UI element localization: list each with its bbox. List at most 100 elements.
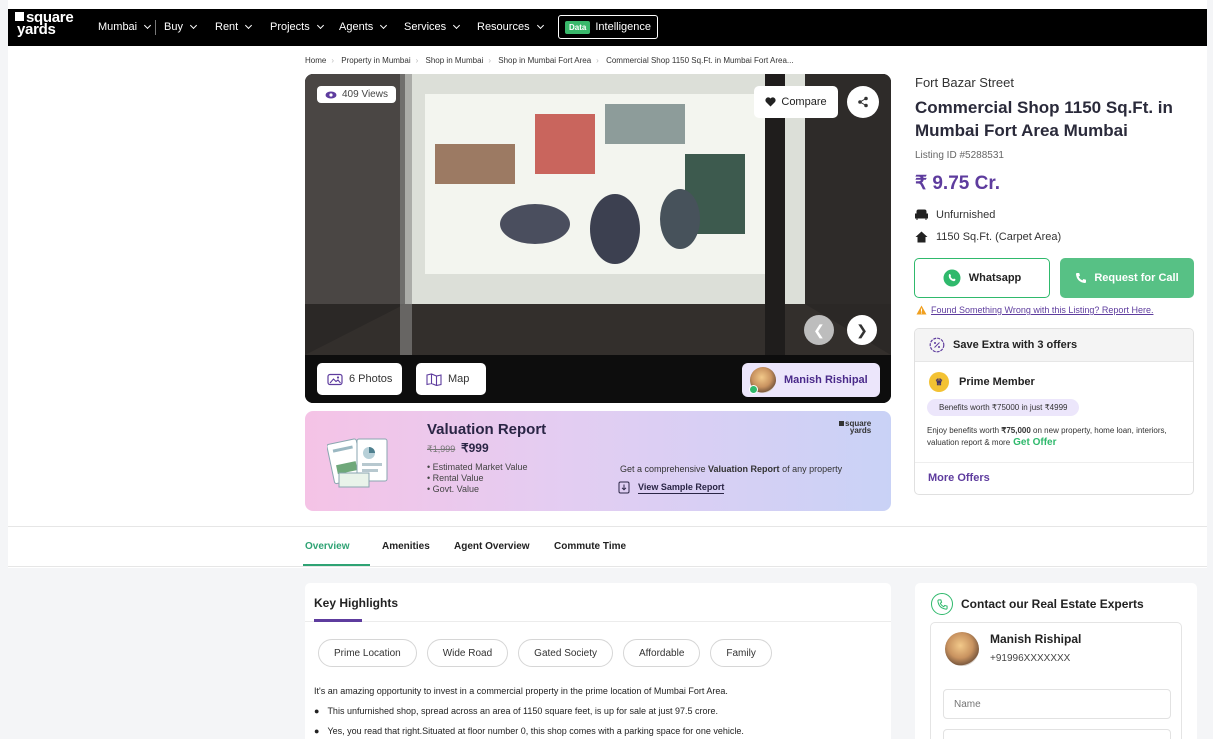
card-divider bbox=[305, 621, 891, 622]
report-documents-illustration bbox=[327, 438, 388, 488]
chevron-right-icon: ❯ bbox=[856, 321, 868, 338]
nav-rent[interactable]: Rent bbox=[215, 21, 253, 33]
gallery-next-button[interactable]: ❯ bbox=[847, 315, 877, 345]
breadcrumb-shop-fort[interactable]: Shop in Mumbai Fort Area bbox=[498, 56, 591, 65]
highlight-tag: Wide Road bbox=[426, 639, 509, 667]
section-tabs: Overview Amenities Agent Overview Commut… bbox=[8, 527, 1207, 567]
download-doc-icon bbox=[618, 481, 630, 494]
top-nav: square yards Mumbai Buy Rent Projects Ag… bbox=[8, 9, 1207, 46]
breadcrumb-property-mumbai[interactable]: Property in Mumbai bbox=[341, 56, 410, 65]
page: square yards Mumbai Buy Rent Projects Ag… bbox=[0, 0, 1213, 739]
view-sample-report-link[interactable]: View Sample Report bbox=[618, 481, 725, 494]
get-offer-link[interactable]: Get Offer bbox=[1013, 437, 1056, 448]
valuation-report-banner[interactable]: Valuation Report ₹1,999 ₹999 • Estimated… bbox=[305, 411, 891, 511]
breadcrumb-home[interactable]: Home bbox=[305, 56, 326, 65]
agent-name: Manish Rishipal bbox=[990, 632, 1082, 646]
title-underline bbox=[314, 619, 362, 622]
highlight-tags: Prime Location Wide Road Gated Society A… bbox=[318, 639, 772, 667]
highlight-tag: Prime Location bbox=[318, 639, 417, 667]
photos-icon bbox=[327, 373, 343, 385]
contact-experts-card: Contact our Real Estate Experts Manish R… bbox=[915, 583, 1197, 739]
whatsapp-button[interactable]: Whatsapp bbox=[914, 258, 1050, 298]
name-input[interactable] bbox=[943, 689, 1171, 719]
prime-member: ♕ Prime Member bbox=[929, 372, 1035, 392]
tab-commute-time[interactable]: Commute Time bbox=[554, 541, 626, 552]
offers-card: Save Extra with 3 offers ♕ Prime Member … bbox=[914, 328, 1194, 495]
breadcrumb: Home › Property in Mumbai › Shop in Mumbai… bbox=[305, 56, 794, 65]
nav-resources[interactable]: Resources bbox=[477, 21, 544, 33]
nav-agents[interactable]: Agents bbox=[339, 21, 388, 33]
carpet-area: 1150 Sq.Ft. (Carpet Area) bbox=[915, 231, 1061, 243]
valuation-description: Get a comprehensive Valuation Report of … bbox=[620, 464, 843, 474]
valuation-new-price: ₹999 bbox=[461, 441, 489, 455]
highlight-tag: Gated Society bbox=[518, 639, 613, 667]
benefit-pill: Benefits worth ₹75000 in just ₹4999 bbox=[927, 399, 1080, 416]
highlight-tag: Family bbox=[710, 639, 772, 667]
nav-services[interactable]: Services bbox=[404, 21, 461, 33]
discount-badge-icon bbox=[929, 337, 945, 353]
agent-avatar bbox=[749, 367, 776, 394]
report-listing-link[interactable]: Found Something Wrong with this Listing?… bbox=[916, 305, 1153, 315]
share-icon bbox=[858, 96, 868, 108]
offers-header: Save Extra with 3 offers bbox=[915, 329, 1193, 362]
sofa-icon bbox=[915, 209, 928, 220]
chevron-left-icon: ❮ bbox=[813, 321, 825, 338]
property-price: ₹ 9.75 Cr. bbox=[915, 173, 1000, 194]
nav-projects[interactable]: Projects bbox=[270, 21, 324, 33]
valuation-old-price: ₹1,999 bbox=[427, 444, 456, 454]
highlights-paragraph: It's an amazing opportunity to invest in… bbox=[314, 686, 728, 696]
active-tab-indicator bbox=[303, 564, 370, 566]
photos-button[interactable]: 6 Photos bbox=[317, 363, 403, 395]
request-call-button[interactable]: Request for Call bbox=[1060, 258, 1194, 298]
property-title: Commercial Shop 1150 Sq.Ft. in Mumbai Fo… bbox=[915, 98, 1173, 140]
right-gutter bbox=[1207, 0, 1213, 739]
valuation-points: • Estimated Market Value • Rental Value … bbox=[427, 462, 528, 495]
heart-icon bbox=[765, 97, 776, 107]
chevron-down-icon bbox=[189, 21, 198, 30]
share-button[interactable] bbox=[847, 86, 879, 118]
square-yards-logo[interactable]: square yards bbox=[15, 10, 79, 37]
chevron-down-icon bbox=[245, 21, 253, 30]
offer-description: Enjoy benefits worth ₹75,000 on new prop… bbox=[927, 426, 1167, 448]
chevron-down-icon bbox=[453, 21, 461, 30]
chevron-down-icon bbox=[536, 21, 544, 30]
listing-id: Listing ID #5288531 bbox=[915, 150, 1004, 161]
valuation-point: • Estimated Market Value bbox=[427, 462, 528, 472]
key-highlights-card: Key Highlights Prime Location Wide Road … bbox=[305, 583, 891, 739]
phone-badge-icon bbox=[749, 385, 758, 394]
crown-icon: ♕ bbox=[929, 372, 949, 392]
phone-icon bbox=[1076, 273, 1087, 284]
more-offers-link[interactable]: More Offers bbox=[928, 472, 990, 484]
nav-buy[interactable]: Buy bbox=[164, 21, 198, 33]
valuation-point: • Govt. Value bbox=[427, 484, 480, 494]
photo-gallery[interactable]: 409 Views Compare ❮ ❯ 6 Photos Map Manis… bbox=[305, 74, 891, 403]
breadcrumb-current: Commercial Shop 1150 Sq.Ft. in Mumbai Fo… bbox=[606, 56, 794, 65]
views-counter: 409 Views bbox=[317, 86, 396, 103]
phone-circle-icon bbox=[931, 593, 953, 615]
phone-input[interactable] bbox=[943, 729, 1171, 739]
warning-icon bbox=[916, 305, 927, 315]
left-gutter bbox=[0, 0, 8, 739]
valuation-point: • Rental Value bbox=[427, 473, 484, 483]
map-button[interactable]: Map bbox=[416, 363, 486, 395]
agent-chip[interactable]: Manish Rishipal bbox=[742, 363, 880, 397]
gallery-prev-button[interactable]: ❮ bbox=[804, 315, 834, 345]
compare-button[interactable]: Compare bbox=[754, 86, 838, 118]
key-highlights-title: Key Highlights bbox=[314, 596, 399, 610]
highlight-bullet: ● This unfurnished shop, spread across an… bbox=[314, 706, 718, 716]
nav-divider bbox=[155, 20, 156, 35]
highlight-tag: Affordable bbox=[622, 639, 701, 667]
nav-city-selector[interactable]: Mumbai bbox=[98, 21, 152, 33]
eye-icon bbox=[325, 91, 337, 98]
highlight-bullet: ● Yes, you read that right.Situated at fl… bbox=[314, 726, 744, 736]
square-yards-small-logo: square yards bbox=[839, 420, 871, 435]
data-badge: Data bbox=[565, 20, 591, 34]
agent-phone: +91996XXXXXXX bbox=[990, 653, 1071, 664]
breadcrumb-shop-mumbai[interactable]: Shop in Mumbai bbox=[426, 56, 484, 65]
tab-agent-overview[interactable]: Agent Overview bbox=[454, 541, 530, 552]
tab-overview[interactable]: Overview bbox=[305, 541, 349, 552]
chevron-down-icon bbox=[316, 21, 324, 30]
data-intelligence-button[interactable]: Data Intelligence bbox=[558, 15, 658, 39]
tab-amenities[interactable]: Amenities bbox=[382, 541, 430, 552]
home-icon bbox=[915, 231, 928, 243]
